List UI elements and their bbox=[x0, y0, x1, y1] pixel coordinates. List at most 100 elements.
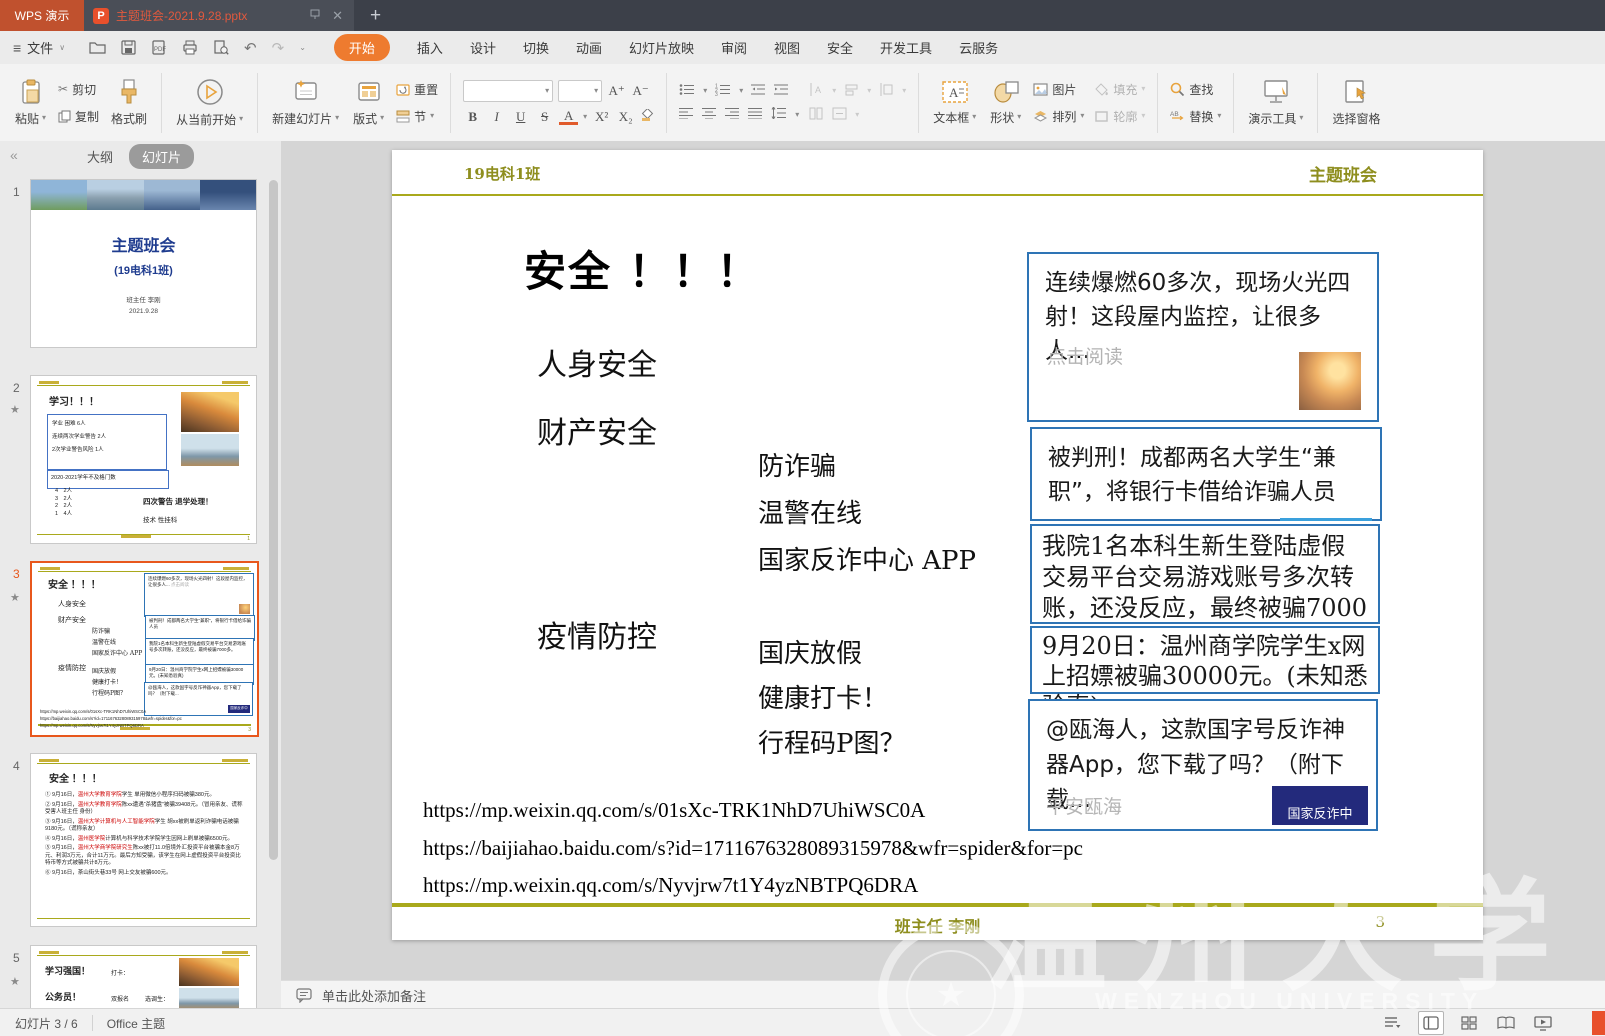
slide-link-2[interactable]: https://baijiahao.baidu.com/s?id=1711676… bbox=[423, 836, 1083, 861]
undo-icon[interactable]: ↶ bbox=[244, 39, 257, 57]
notes-toggle-icon[interactable] bbox=[1381, 1012, 1405, 1034]
slide-sub-antifraud[interactable]: 防诈骗 bbox=[758, 446, 836, 483]
presentation-tools-button[interactable]: 演示工具▾ bbox=[1241, 79, 1310, 127]
tab-cloud[interactable]: 云服务 bbox=[959, 38, 998, 57]
news-card-sentenced[interactable]: 被判刑！成都两名大学生“兼职”，将银行卡借给诈骗人员 bbox=[1030, 427, 1382, 521]
numbered-list-icon[interactable]: 123 bbox=[715, 83, 731, 99]
align-objects-icon[interactable] bbox=[844, 83, 859, 99]
section-button[interactable]: 节▾ bbox=[396, 108, 438, 125]
tab-animation[interactable]: 动画 bbox=[576, 38, 602, 57]
slide-header-left[interactable]: 19电科1班 bbox=[464, 163, 540, 184]
news-card-game-scam[interactable]: 我院1名本科生新生登陆虚假交易平台交易游戏账号多次转账，还没反应，最终被骗700… bbox=[1030, 524, 1380, 624]
collapse-panel-icon[interactable]: « bbox=[10, 147, 18, 163]
increase-indent-icon[interactable] bbox=[774, 83, 789, 99]
slide-5-thumbnail[interactable]: 学习强国！ 打卡： 公务员！ 双报名 选调生： bbox=[30, 945, 257, 1008]
superscript-button[interactable]: X² bbox=[592, 109, 611, 125]
slide-sub-police-online[interactable]: 温警在线 bbox=[758, 493, 862, 530]
insert-picture-button[interactable]: 图片 bbox=[1033, 81, 1084, 98]
tab-devtools[interactable]: 开发工具 bbox=[880, 38, 932, 57]
customize-toolbar-dropdown-icon[interactable]: ⌄ bbox=[299, 44, 306, 52]
file-menu[interactable]: ≡ 文件 ∨ bbox=[13, 38, 65, 57]
play-from-current-button[interactable]: 从当前开始▾ bbox=[169, 78, 250, 128]
print-preview-icon[interactable] bbox=[213, 40, 229, 55]
slide-sub-holiday[interactable]: 国庆放假 bbox=[758, 633, 862, 670]
font-color-button[interactable]: A bbox=[559, 109, 578, 126]
align-center-icon[interactable] bbox=[702, 107, 717, 122]
bold-button[interactable]: B bbox=[463, 109, 482, 125]
cut-button[interactable]: ✂剪切 bbox=[58, 81, 99, 98]
font-size-select[interactable]: ▾ bbox=[558, 80, 602, 102]
textbox-button[interactable]: A 文本框▾ bbox=[926, 80, 983, 126]
font-family-select[interactable]: ▾ bbox=[463, 80, 553, 102]
slide-title[interactable]: 安全 ！！！ bbox=[524, 238, 761, 299]
tab-insert[interactable]: 插入 bbox=[417, 38, 443, 57]
tab-outline[interactable]: 大纲 bbox=[87, 147, 113, 166]
slide-3-thumbnail[interactable]: 安全 ！！！ 人身安全 财产安全 防诈骗 温警在线 国家反诈中心 APP 疫情防… bbox=[30, 561, 259, 737]
slide-link-3[interactable]: https://mp.weixin.qq.com/s/Nyvjrw7t1Y4yz… bbox=[423, 873, 918, 898]
print-icon[interactable] bbox=[182, 40, 198, 55]
slide-4-thumbnail[interactable]: 安全 ！！！ ① 9月16日，温州大学教育学院学生 单用微信小程序扫码被骗380… bbox=[30, 753, 257, 927]
slideshow-view-icon[interactable] bbox=[1531, 1012, 1555, 1034]
news-card-sept20[interactable]: 9月20日：温州商学院学生x网上招嫖被骗30000元。(未知悉验真) bbox=[1030, 626, 1380, 694]
italic-button[interactable]: I bbox=[487, 109, 506, 125]
reading-view-icon[interactable] bbox=[1494, 1012, 1518, 1034]
close-tab-icon[interactable]: ✕ bbox=[330, 8, 345, 24]
find-button[interactable]: 查找 bbox=[1170, 81, 1221, 98]
news-card-explosion[interactable]: 连续爆燃60多次，现场火光四射！这段屋内监控，让很多人... 点击阅读 bbox=[1027, 252, 1379, 422]
tab-slideshow[interactable]: 幻灯片放映 bbox=[629, 38, 694, 57]
increase-font-size-button[interactable]: A⁺ bbox=[607, 83, 626, 99]
document-tab[interactable]: P 主题班会-2021.9.28.pptx ✕ bbox=[84, 0, 354, 31]
open-file-icon[interactable] bbox=[89, 40, 106, 55]
play-slideshow-button[interactable] bbox=[1592, 1011, 1605, 1035]
subscript-button[interactable]: X₂ bbox=[616, 109, 635, 125]
tab-slides[interactable]: 幻灯片 bbox=[129, 144, 194, 169]
save-icon[interactable] bbox=[121, 40, 136, 55]
justify-icon[interactable] bbox=[748, 107, 763, 122]
layout-button[interactable]: 版式▾ bbox=[346, 79, 391, 127]
slide-sub-health-checkin[interactable]: 健康打卡！ bbox=[758, 678, 888, 715]
new-tab-button[interactable]: + bbox=[370, 0, 381, 31]
normal-view-icon[interactable] bbox=[1418, 1011, 1444, 1035]
align-right-icon[interactable] bbox=[725, 107, 740, 122]
fill-button[interactable]: 填充▾ bbox=[1094, 81, 1145, 98]
slide-bullet-epidemic[interactable]: 疫情防控 bbox=[537, 612, 657, 656]
format-painter-button[interactable]: 格式刷 bbox=[104, 79, 154, 127]
columns-icon[interactable] bbox=[809, 107, 824, 123]
tab-home[interactable]: 开始 bbox=[334, 34, 390, 61]
news-card-antifraud-app[interactable]: @瓯海人，这款国字号反诈神器App，您下载了吗？（附下载... 平安瓯海 国家反… bbox=[1028, 699, 1378, 831]
arrange-button[interactable]: 排列▾ bbox=[1033, 108, 1084, 125]
align-left-icon[interactable] bbox=[679, 107, 694, 122]
tab-view[interactable]: 视图 bbox=[774, 38, 800, 57]
slide-sub-antifraud-app[interactable]: 国家反诈中心 APP bbox=[758, 540, 976, 577]
copy-button[interactable]: 复制 bbox=[58, 108, 99, 125]
selection-pane-button[interactable]: 选择窗格 bbox=[1325, 79, 1387, 127]
clear-format-icon[interactable] bbox=[640, 109, 654, 125]
bullet-list-icon[interactable] bbox=[679, 83, 695, 99]
export-pdf-icon[interactable]: PDF bbox=[151, 40, 167, 55]
reset-button[interactable]: 重置 bbox=[396, 81, 438, 98]
slide-2-thumbnail[interactable]: 学习！！！ 学业 困难 6人连续两次学业警告 2人2次学业警告风险 1人 202… bbox=[30, 375, 257, 544]
replace-button[interactable]: AB替换▾ bbox=[1170, 108, 1221, 125]
text-fit-icon[interactable] bbox=[832, 107, 847, 123]
text-direction-icon[interactable]: A bbox=[809, 83, 824, 99]
pin-tab-icon[interactable] bbox=[307, 8, 323, 23]
slide-link-1[interactable]: https://mp.weixin.qq.com/s/01sXc-TRK1NhD… bbox=[423, 798, 925, 823]
outline-button[interactable]: 轮廓▾ bbox=[1094, 108, 1145, 125]
slide-bullet-property-safety[interactable]: 财产安全 bbox=[537, 408, 657, 452]
font-color-dropdown-icon[interactable]: ▾ bbox=[583, 113, 587, 121]
paste-button[interactable]: 粘贴▾ bbox=[8, 79, 53, 127]
tab-design[interactable]: 设计 bbox=[470, 38, 496, 57]
decrease-indent-icon[interactable] bbox=[751, 83, 766, 99]
slide-bullet-personal-safety[interactable]: 人身安全 bbox=[537, 340, 657, 384]
new-slide-button[interactable]: 新建幻灯片▾ bbox=[265, 79, 346, 127]
read-more-link[interactable]: 点击阅读 bbox=[1047, 342, 1123, 369]
strikethrough-button[interactable]: S bbox=[535, 109, 554, 125]
slide-sub-travel-code[interactable]: 行程码P图？ bbox=[758, 723, 906, 760]
shapes-button[interactable]: 形状▾ bbox=[983, 80, 1028, 126]
underline-button[interactable]: U bbox=[511, 109, 530, 125]
decrease-font-size-button[interactable]: A⁻ bbox=[631, 83, 650, 99]
line-spacing-icon[interactable] bbox=[771, 107, 787, 122]
slide-sorter-view-icon[interactable] bbox=[1457, 1012, 1481, 1034]
theme-name[interactable]: Office 主题 bbox=[107, 1015, 165, 1032]
tab-security[interactable]: 安全 bbox=[827, 38, 853, 57]
